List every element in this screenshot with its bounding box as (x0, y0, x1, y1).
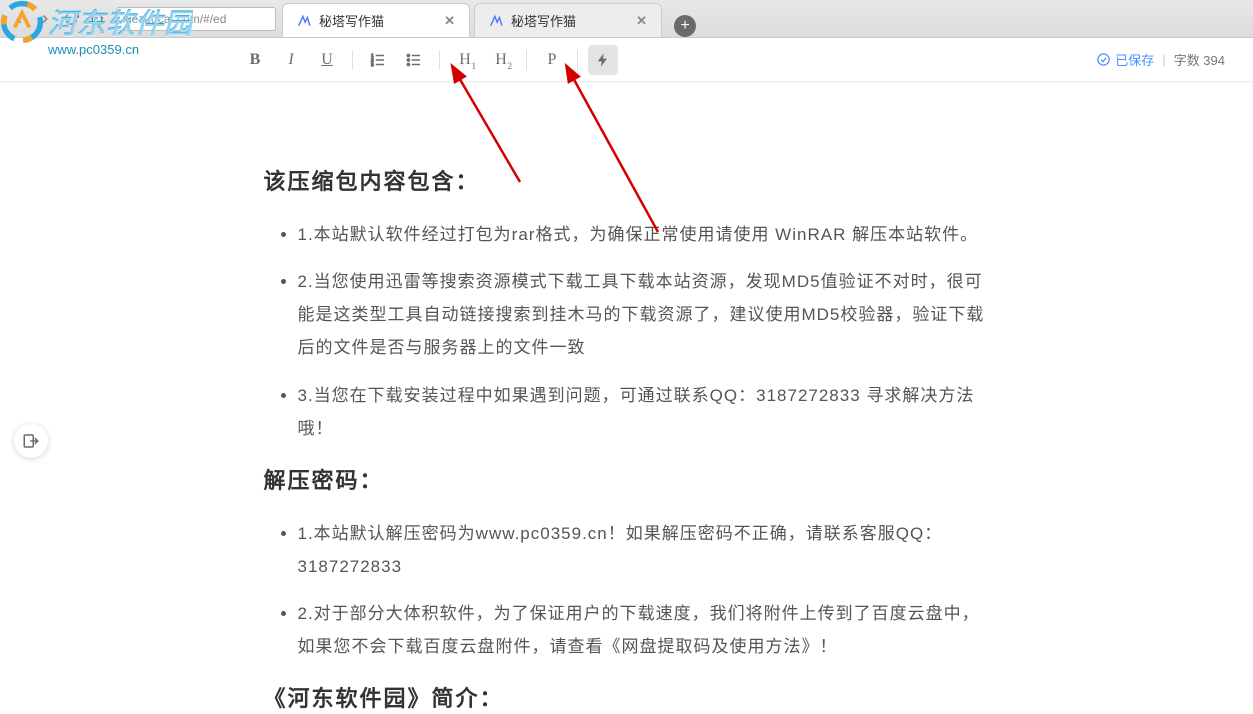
document-paper[interactable]: 该压缩包内容包含： 1.本站默认软件经过打包为rar格式，为确保正常使用请使用 … (214, 86, 1040, 714)
browser-chrome: xiezuocat.com/#/ed 秘塔写作猫 ✕ 秘塔写作猫 ✕ + (0, 0, 1253, 38)
tab-title: 秘塔写作猫 (319, 11, 384, 30)
saved-label: 已保存 (1115, 50, 1154, 69)
unordered-list-icon (405, 51, 423, 69)
format-group: B I U (240, 45, 342, 75)
heading-1: 该压缩包内容包含： (264, 164, 990, 196)
bold-button[interactable]: B (240, 45, 270, 75)
app-area: B I U 123 H1 H2 P 已保存 (0, 38, 1253, 714)
tab-title: 秘塔写作猫 (511, 11, 576, 30)
svg-text:3: 3 (371, 62, 374, 67)
italic-button[interactable]: I (276, 45, 306, 75)
list-item: 1.本站默认解压密码为www.pc0359.cn！如果解压密码不正确，请联系客服… (298, 517, 990, 583)
unordered-list-button[interactable] (399, 45, 429, 75)
forward-button[interactable] (36, 10, 54, 28)
list-item: 2.当您使用迅雷等搜索资源模式下载工具下载本站资源，发现MD5值验证不对时，很可… (298, 265, 990, 364)
saved-status: 已保存 (1096, 50, 1154, 69)
heading-2: 解压密码： (264, 463, 990, 495)
tab-close-button[interactable]: ✕ (636, 13, 647, 29)
editor-scroll[interactable]: 该压缩包内容包含： 1.本站默认软件经过打包为rar格式，为确保正常使用请使用 … (0, 82, 1253, 714)
tab-strip: 秘塔写作猫 ✕ 秘塔写作猫 ✕ + (282, 0, 696, 37)
toolbar-separator (439, 50, 440, 70)
h2-button[interactable]: H2 (486, 45, 516, 75)
list-2: 1.本站默认解压密码为www.pc0359.cn！如果解压密码不正确，请联系客服… (264, 517, 990, 664)
home-button[interactable] (88, 10, 106, 28)
list-group: 123 (363, 45, 429, 75)
tab-close-button[interactable]: ✕ (444, 13, 455, 29)
heading-group: H1 H2 (450, 45, 516, 75)
address-bar[interactable]: xiezuocat.com/#/ed (116, 7, 276, 31)
h1-button[interactable]: H1 (450, 45, 480, 75)
list-item: 3.当您在下载安装过程中如果遇到问题，可通过联系QQ：3187272833 寻求… (298, 379, 990, 445)
status-separator: | (1162, 52, 1165, 67)
status-area: 已保存 | 字数 394 (1096, 50, 1225, 69)
check-circle-icon (1096, 52, 1111, 67)
ai-check-button[interactable] (588, 45, 618, 75)
word-count: 字数 394 (1174, 50, 1225, 69)
toolbar-separator (526, 50, 527, 70)
tab-active[interactable]: 秘塔写作猫 ✕ (282, 3, 470, 37)
nav-controls (0, 10, 116, 28)
list-item: 2.对于部分大体积软件，为了保证用户的下载速度，我们将附件上传到了百度云盘中，如… (298, 597, 990, 663)
ordered-list-button[interactable]: 123 (363, 45, 393, 75)
list-1: 1.本站默认软件经过打包为rar格式，为确保正常使用请使用 WinRAR 解压本… (264, 218, 990, 445)
tab-favicon (489, 14, 503, 28)
reload-button[interactable] (62, 10, 80, 28)
toolbar-separator (352, 50, 353, 70)
underline-button[interactable]: U (312, 45, 342, 75)
lightning-icon (595, 52, 611, 68)
list-item: 1.本站默认软件经过打包为rar格式，为确保正常使用请使用 WinRAR 解压本… (298, 218, 990, 251)
paragraph-button[interactable]: P (537, 45, 567, 75)
heading-3: 《河东软件园》简介： (264, 681, 990, 713)
tab-favicon (297, 14, 311, 28)
url-text: xiezuocat.com/#/ed (123, 12, 226, 26)
toolbar-separator (577, 50, 578, 70)
new-tab-button[interactable]: + (674, 15, 696, 37)
back-button[interactable] (10, 10, 28, 28)
tab-inactive[interactable]: 秘塔写作猫 ✕ (474, 3, 662, 37)
editor-toolbar: B I U 123 H1 H2 P 已保存 (0, 38, 1253, 82)
ordered-list-icon: 123 (369, 51, 387, 69)
